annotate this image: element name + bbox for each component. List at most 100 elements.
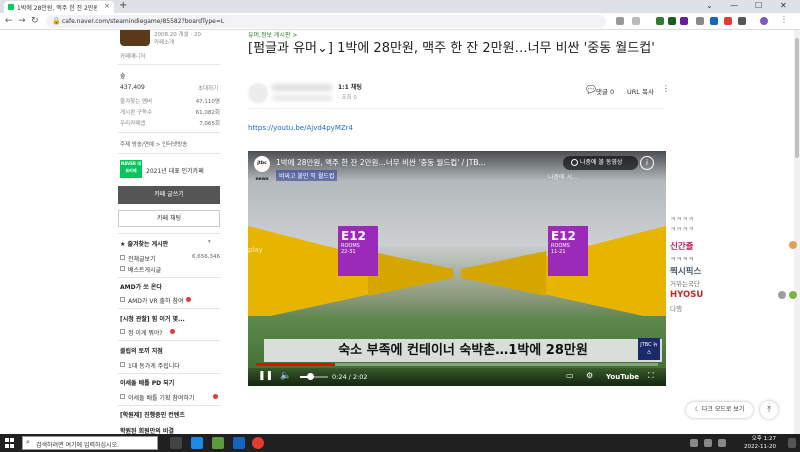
extension-icon[interactable] xyxy=(656,17,664,25)
board-item[interactable]: 베스트게시글 xyxy=(128,265,161,274)
board-checkbox[interactable] xyxy=(120,255,125,260)
extension-icon[interactable] xyxy=(680,17,688,25)
chat-username[interactable]: 찍시픽스 xyxy=(670,265,701,277)
emote-icon xyxy=(789,241,797,249)
gear-icon[interactable]: ⚙ xyxy=(586,371,593,380)
youtube-logo[interactable]: YouTube xyxy=(606,373,639,381)
section-header: [시청 관찰] 힘 이거 몇... xyxy=(120,316,185,323)
chrome-icon[interactable] xyxy=(252,437,264,449)
board-checkbox[interactable] xyxy=(120,329,125,334)
browser-tab[interactable]: 1박에 28만원, 맥주 한 잔 2만원 × xyxy=(4,1,114,13)
board-checkbox[interactable] xyxy=(120,362,125,367)
room-sign: E12 ROOMS 11-21 xyxy=(548,226,588,276)
maximize-button[interactable]: ☐ xyxy=(755,1,762,10)
chat-username[interactable]: HYOSU xyxy=(670,290,703,300)
url-text: cafe.naver.com/steamindiegame/85582?boar… xyxy=(62,18,225,25)
tab-close-icon[interactable]: × xyxy=(104,2,110,10)
pause-icon[interactable]: ❚❚ xyxy=(258,371,273,381)
watch-later-button[interactable]: 나중에 볼 동영상 xyxy=(563,156,638,170)
divider xyxy=(118,308,220,309)
extension-icon[interactable] xyxy=(668,17,676,25)
info-icon[interactable]: i xyxy=(640,156,654,170)
tray-icon[interactable] xyxy=(690,439,698,447)
comment-count[interactable]: 댓글 0 xyxy=(596,86,614,96)
minimize-button[interactable]: — xyxy=(730,1,738,10)
extension-icon[interactable] xyxy=(696,17,704,25)
windows-start-icon[interactable] xyxy=(5,438,15,448)
taskbar-search-input[interactable]: ⌕ 검색하려면 여기에 입력하십시오. xyxy=(22,436,158,450)
cafe-chat-button[interactable]: 카페 채팅 xyxy=(118,210,220,227)
lock-icon: 🔒 xyxy=(52,17,61,25)
naver-badge: NAVER 대표카페 xyxy=(120,160,142,178)
chat-message: ㅋㅋㅋㅋ xyxy=(670,255,694,263)
youtube-link[interactable]: https://youtu.be/Ajvd4pyMZr4 xyxy=(248,124,353,132)
one-on-one-chat-link[interactable]: 1:1 채팅 xyxy=(338,82,362,91)
board-checkbox[interactable] xyxy=(120,297,125,302)
edge-icon[interactable] xyxy=(191,437,203,449)
chevron-down-icon[interactable]: ▾ xyxy=(208,239,211,245)
new-tab-button[interactable]: + xyxy=(119,0,127,11)
comment-icon[interactable]: 💬 xyxy=(586,85,596,94)
video-title[interactable]: 1박에 28만원, 맥주 한 잔 2만원…너무 비싼 '중동 월드컵' / JT… xyxy=(276,157,486,168)
board-item[interactable]: 1대 동가게 주립니다 xyxy=(128,361,180,370)
url-input[interactable]: 🔒 cafe.naver.com/steamindiegame/85582?bo… xyxy=(46,15,606,28)
extension-icon[interactable] xyxy=(724,17,732,25)
board-item[interactable]: AMD가 VR 출하 참여 xyxy=(128,296,184,305)
channel-logo[interactable]: jtbc news xyxy=(254,156,270,182)
volume-icon[interactable]: 🔈 xyxy=(280,371,291,381)
avatar[interactable] xyxy=(248,83,268,103)
minecraft-icon[interactable] xyxy=(212,437,224,449)
chat-message: ㅋㅋㅋㅋ xyxy=(670,225,694,233)
scrollbar-thumb[interactable] xyxy=(795,38,799,158)
progress-bar[interactable] xyxy=(256,363,658,366)
cafe-logo[interactable] xyxy=(120,30,150,46)
network-icon[interactable] xyxy=(704,439,712,447)
fullscreen-icon[interactable]: ⛶ xyxy=(648,371,654,381)
scroll-top-button[interactable]: ⤒ xyxy=(760,401,778,419)
board-item[interactable]: 이세돌 배틀 기획 참여하기 xyxy=(128,393,194,402)
divider xyxy=(118,153,220,154)
task-view-icon[interactable] xyxy=(170,437,182,449)
app-icon[interactable] xyxy=(233,437,245,449)
chat-username[interactable]: 신간즐 xyxy=(670,240,693,252)
url-copy-button[interactable]: URL 복사 xyxy=(627,86,654,96)
chat-message: ㅋㅋㅋㅋ xyxy=(670,215,694,223)
tab-search-icon[interactable]: ⌄ xyxy=(706,1,713,10)
dark-mode-button[interactable]: ☾ 다크 모드로 보기 xyxy=(686,402,753,418)
cafe-topic: 주제 방송/연예 > 인터넷방송 xyxy=(120,142,188,148)
stat-label: 우리카페앱 xyxy=(120,121,146,127)
board-link[interactable]: 유머,정보 게시판 > xyxy=(248,30,297,39)
board-item[interactable]: 정 이게 뭐야? xyxy=(128,328,163,337)
extension-icon[interactable] xyxy=(710,17,718,25)
close-window-button[interactable]: ✕ xyxy=(780,1,787,10)
taskbar-clock[interactable]: 오후 1:27 2022-11-20 xyxy=(744,435,776,451)
star-icon[interactable] xyxy=(632,17,640,25)
youtube-player[interactable]: E12 ROOMS 22-31 E12 ROOMS 11-21 play jtb… xyxy=(248,151,666,386)
reload-icon[interactable]: ↻ xyxy=(31,16,39,26)
cafe-manager[interactable]: 카페매니저 xyxy=(120,52,145,60)
invite-link[interactable]: 초대하기 xyxy=(198,84,218,92)
menu-kebab-icon[interactable]: ⋮ xyxy=(780,15,788,24)
captions-icon[interactable]: ▭ xyxy=(566,371,574,380)
volume-knob[interactable] xyxy=(306,373,314,380)
cafe-write-button[interactable]: 카페 글쓰기 xyxy=(118,186,220,204)
fav-boards-header[interactable]: ★ 즐겨찾는 게시판 xyxy=(120,239,168,248)
view-count: · 조회 0 xyxy=(338,95,357,101)
volume-tray-icon[interactable] xyxy=(718,439,726,447)
video-frame-container xyxy=(368,251,453,296)
cafe-intro-link[interactable]: 카페소개 xyxy=(154,38,174,46)
back-icon[interactable]: ← xyxy=(5,16,13,26)
chat-message: 거위는국단 xyxy=(670,280,700,288)
profile-avatar[interactable] xyxy=(760,17,768,25)
section-header: AMD가 쏘 온다 xyxy=(120,284,162,291)
board-item[interactable]: 전체글보기 xyxy=(128,254,156,263)
divider xyxy=(118,64,220,65)
notification-icon[interactable] xyxy=(788,438,796,448)
forward-icon[interactable]: → xyxy=(18,16,26,26)
extensions-puzzle-icon[interactable] xyxy=(738,17,746,25)
board-checkbox[interactable] xyxy=(120,266,125,271)
member-count[interactable]: 437,409 xyxy=(120,84,145,91)
board-checkbox[interactable] xyxy=(120,394,125,399)
volume-slider[interactable] xyxy=(300,376,328,378)
share-icon[interactable] xyxy=(616,17,624,25)
